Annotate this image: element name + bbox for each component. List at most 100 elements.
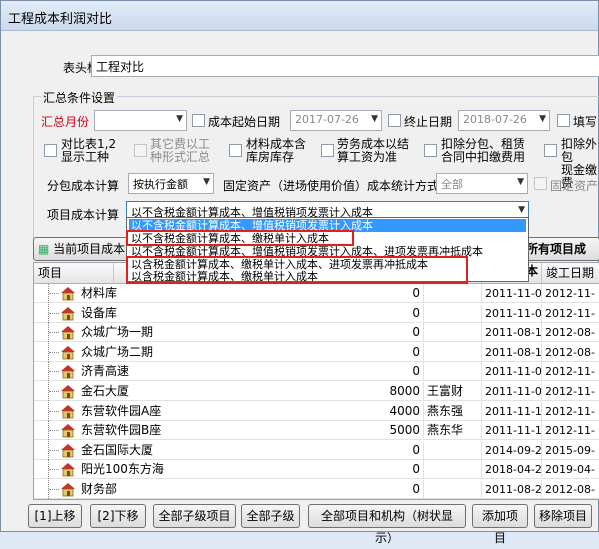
building-icon: [61, 306, 75, 320]
all-project-cost-button[interactable]: 所有项目成本: [521, 237, 599, 278]
move-down-button[interactable]: [2]下移: [90, 504, 146, 528]
subcontract-label: 分包成本计算: [47, 179, 120, 193]
start-date-cell: 2011-11-07: [482, 362, 542, 382]
start-date-cell: 2011-11-10: [482, 421, 542, 441]
end-date-checkbox[interactable]: [388, 114, 401, 127]
grid-header-complete-date[interactable]: 竣工日期: [542, 263, 599, 284]
chevron-down-icon: ▼: [371, 114, 378, 124]
move-up-button[interactable]: [1]上移: [28, 504, 82, 528]
grid-header-name[interactable]: 项目: [34, 263, 114, 284]
building-icon: [61, 483, 75, 497]
manager-cell: 王富财: [424, 382, 482, 401]
table-row[interactable]: 金石大厦 8000王富财2011-11-082012-11-: [34, 382, 599, 401]
add-project-button[interactable]: 添加项目: [472, 504, 528, 545]
fixed-asset-checkbox: [534, 177, 547, 190]
building-icon: [61, 365, 75, 379]
option-checkbox-compare-worktype[interactable]: [44, 144, 57, 157]
tree-connector: [48, 480, 60, 499]
cost-start-date[interactable]: 2017-07-26 ▼: [290, 110, 382, 131]
table-row[interactable]: 金石国际大厦 0 2014-09-232015-09-: [34, 440, 599, 460]
cost-start-date-value: 2017-07-26: [295, 113, 359, 126]
complete-date-cell: 2012-11-: [542, 304, 599, 323]
project-name-cell: 阳光100东方海: [81, 462, 164, 477]
remove-project-button[interactable]: 移除项目: [534, 504, 592, 528]
amount-cell: 0: [324, 480, 424, 499]
start-date-cell: 2011-08-17: [482, 323, 542, 343]
option-line2: 算工资为准: [337, 150, 398, 164]
end-date-value: 2018-07-26: [463, 113, 527, 126]
option-compare-worktype: 对比表1,2 显示工种: [61, 138, 116, 164]
manager-cell: [424, 284, 482, 303]
title-bar: 工程成本利润对比: [1, 1, 598, 31]
start-date-cell: 2011-08-17: [482, 342, 542, 362]
start-date-cell: 2011-11-02: [482, 303, 542, 323]
fixed-asset-label: 固定资产（进场使用价值）成本统计方式: [223, 179, 440, 193]
complete-date-cell: 2019-04-: [542, 460, 599, 479]
tree-connector: [48, 440, 60, 460]
header-title-input[interactable]: 工程对比: [91, 55, 599, 77]
tree-connector: [48, 303, 60, 323]
option-material-stock: 材料成本含 库房库存: [246, 138, 306, 164]
fill-checkbox[interactable]: [557, 114, 570, 127]
manager-cell: 燕东华: [424, 421, 482, 441]
option-line1: 扣除分包、租赁: [441, 137, 526, 151]
all-sub-projects-button[interactable]: 全部子级项目: [153, 504, 236, 528]
table-row[interactable]: 设备库 0 2011-11-022012-11-: [34, 303, 599, 323]
option-line2: 种形式汇总: [150, 150, 211, 164]
amount-cell: 5000: [324, 421, 424, 441]
option-line2: 显示工种: [61, 150, 110, 164]
tree-connector: [48, 421, 60, 441]
project-name-cell: 设备库: [81, 305, 118, 320]
tree-connector: [48, 401, 60, 421]
manager-cell: 燕东强: [424, 401, 482, 421]
building-icon: [61, 424, 75, 438]
table-row[interactable]: 东营软件园B座 5000燕东华2011-11-102012-11-: [34, 421, 599, 441]
subcontract-value: 按执行金额: [133, 178, 188, 191]
table-row[interactable]: 财务部 0 2011-08-272012-08-: [34, 480, 599, 499]
option-labor-cost: 劳务成本以结 算工资为准: [337, 138, 409, 164]
manager-cell: [424, 362, 482, 382]
manager-cell: [424, 460, 482, 480]
option-checkbox-labor-cost[interactable]: [321, 144, 334, 157]
project-name-cell: 东营软件园B座: [81, 423, 162, 438]
summary-group-title: 汇总条件设置: [41, 89, 118, 106]
manager-cell: [424, 342, 482, 362]
start-date-cell: 2011-11-08: [482, 382, 542, 401]
table-row[interactable]: 众城广场一期 0 2011-08-172012-08-: [34, 323, 599, 343]
table-row[interactable]: 阳光100东方海 0 2018-04-262019-04-: [34, 460, 599, 480]
tree-connector: [48, 342, 60, 362]
option-checkbox-material-stock[interactable]: [229, 144, 242, 157]
project-name-cell: 财务部: [81, 482, 118, 496]
option-line1: 劳务成本以结: [337, 137, 410, 151]
table-row[interactable]: 众城广场二期 0 2011-08-172012-08-: [34, 342, 599, 362]
option-line1: 其它费以工: [150, 137, 211, 151]
fill-label: 填写: [573, 115, 598, 129]
end-date-label: 终止日期: [404, 115, 453, 129]
amount-cell: 0: [324, 440, 424, 460]
complete-date-cell: 2012-11-: [542, 284, 599, 303]
table-row[interactable]: 东营软件园A座 4000燕东强2011-11-102012-11-: [34, 401, 599, 421]
table-row[interactable]: 济青高速 0 2011-11-072012-11-: [34, 362, 599, 382]
cost-start-checkbox[interactable]: [192, 114, 205, 127]
cost-profit-window: 工程成本利润对比 表头标题 工程对比 汇总条件设置 汇总月份 ▼ 成本起始日期 …: [0, 0, 599, 545]
all-projects-tree-button[interactable]: 全部项目和机构（树状显示）: [308, 504, 466, 545]
fixed-asset-select[interactable]: 全部 ▼: [436, 173, 528, 194]
manager-cell: [424, 323, 482, 343]
option-line2: 合同中扣缴费用: [441, 150, 526, 164]
option-checkbox-deduct-outsource[interactable]: [544, 144, 557, 157]
option-deduct-subcontract: 扣除分包、租赁 合同中扣缴费用: [441, 138, 525, 164]
project-name-cell: 金石大厦: [81, 384, 130, 398]
end-date[interactable]: 2018-07-26 ▼: [458, 110, 550, 131]
summary-month-select[interactable]: ▼: [94, 110, 187, 131]
all-sub-button[interactable]: 全部子级: [241, 504, 300, 528]
highlight-box: [126, 256, 468, 284]
summary-month-label: 汇总月份: [41, 115, 90, 129]
building-icon: [61, 443, 75, 458]
table-row[interactable]: 材料库 0 2011-11-022012-11-: [34, 284, 599, 303]
project-name-cell: 金石国际大厦: [81, 442, 154, 457]
subcontract-select[interactable]: 按执行金额 ▼: [128, 173, 214, 194]
option-checkbox-deduct-subcontract[interactable]: [424, 144, 437, 157]
building-icon: [61, 404, 75, 418]
complete-date-cell: 2012-11-: [542, 402, 599, 421]
project-name-cell: 众城广场二期: [81, 344, 154, 359]
